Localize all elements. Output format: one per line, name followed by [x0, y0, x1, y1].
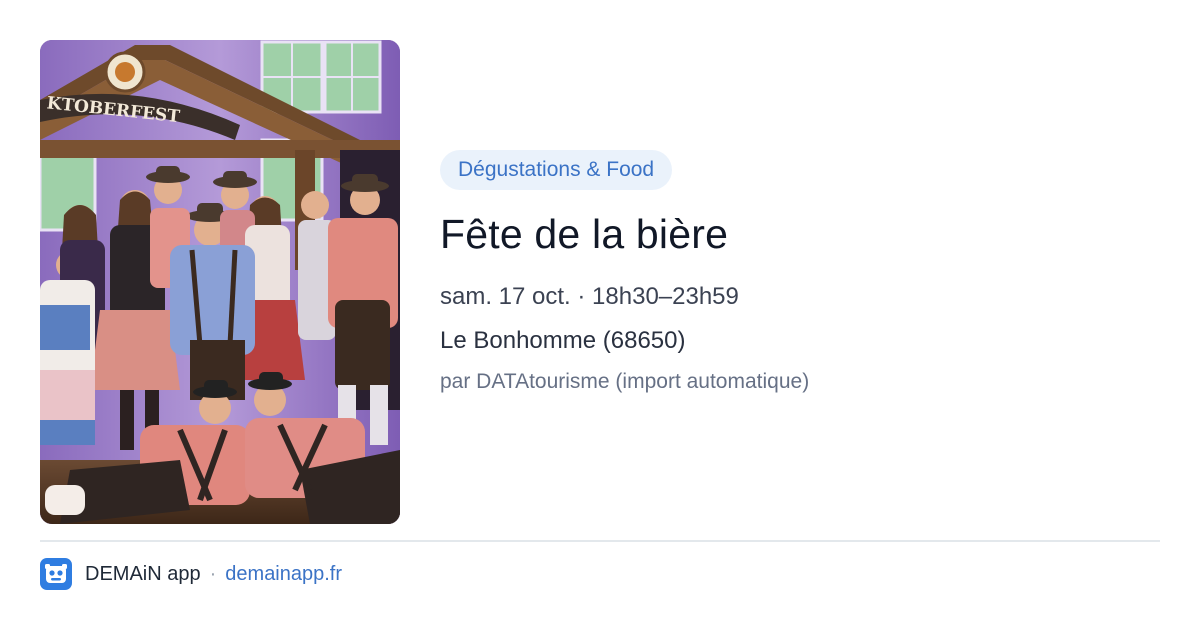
event-datetime: sam. 17 oct. · 18h30–23h59	[440, 283, 739, 310]
footer-separator: ·	[209, 562, 217, 585]
event-preview-card[interactable]: KTOBERFEST Dégustations & Food Fête de l…	[0, 0, 1200, 630]
event-location: Le Bonhomme (68650)	[440, 327, 686, 354]
robot-face-icon	[40, 558, 72, 590]
event-source: par DATAtourisme (import automatique)	[440, 370, 810, 393]
app-name: DEMAiN app	[85, 562, 201, 585]
app-url-link[interactable]: demainapp.fr	[225, 563, 342, 586]
category-tag[interactable]: Dégustations & Food	[440, 150, 673, 190]
event-photo: KTOBERFEST	[40, 40, 400, 524]
event-title[interactable]: Fête de la bière	[440, 208, 1140, 260]
event-info: Dégustations & Food Fête de la bière sam…	[440, 150, 1140, 396]
footer-divider	[40, 540, 1160, 542]
footer: DEMAiN app · demainapp.fr	[40, 558, 342, 590]
